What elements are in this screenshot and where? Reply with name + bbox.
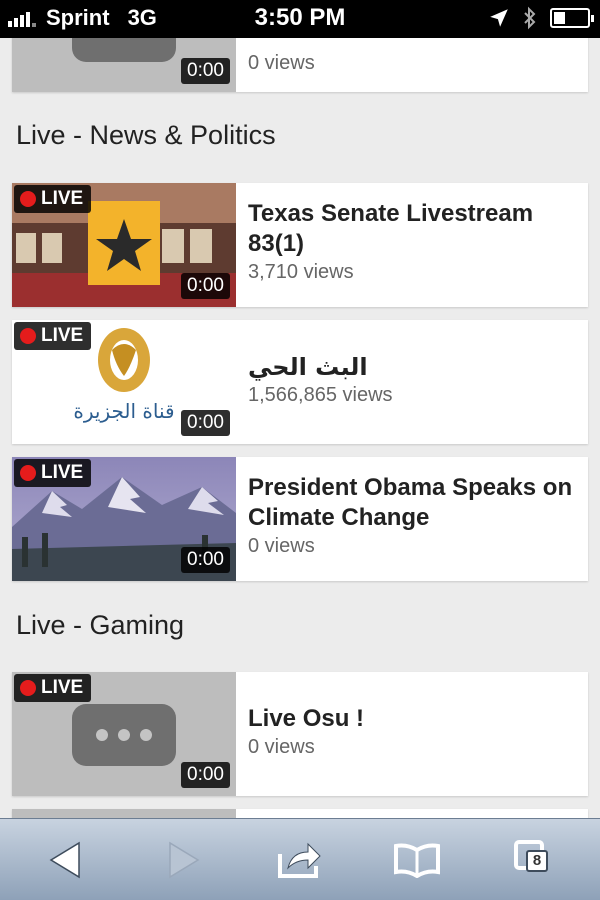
video-title[interactable]: Live Osu ! xyxy=(248,704,580,734)
video-thumbnail[interactable]: 0:00 xyxy=(12,38,236,92)
video-card[interactable]: 0:00 0 views xyxy=(12,38,588,92)
video-duration: 0:00 xyxy=(181,58,230,84)
live-dot-icon xyxy=(20,328,36,344)
video-card[interactable]: قناة الجزيرة LIVE 0:00 البث الحي 1,566,8… xyxy=(12,320,588,444)
location-arrow-icon xyxy=(490,9,508,27)
browser-toolbar: 8 xyxy=(0,818,600,900)
video-card[interactable]: LIVE 0:00 Texas Senate Livestream 83(1) … xyxy=(12,183,588,307)
live-label: LIVE xyxy=(41,325,84,346)
video-views: 1,566,865 views xyxy=(248,384,393,406)
video-thumbnail[interactable]: LIVE 0:00 xyxy=(12,457,236,581)
video-views: 3,710 views xyxy=(248,261,354,283)
share-button[interactable] xyxy=(270,830,330,890)
live-label: LIVE xyxy=(41,462,84,483)
video-title[interactable]: Texas Senate Livestream 83(1) xyxy=(248,199,580,259)
video-card[interactable]: LIVE 0:00 Live Osu ! 0 views xyxy=(12,672,588,796)
video-views: 0 views xyxy=(248,736,315,758)
back-button[interactable] xyxy=(36,830,96,890)
live-label: LIVE xyxy=(41,188,84,209)
status-bar: Sprint 3G 3:50 PM xyxy=(0,0,600,38)
video-thumbnail[interactable]: LIVE 0:00 xyxy=(12,183,236,307)
battery-icon xyxy=(550,8,594,28)
live-badge: LIVE xyxy=(14,674,92,702)
live-badge: LIVE xyxy=(14,459,92,487)
video-duration: 0:00 xyxy=(181,547,230,573)
video-views: 0 views xyxy=(248,52,315,74)
share-icon xyxy=(278,842,321,878)
video-thumbnail[interactable]: قناة الجزيرة LIVE 0:00 xyxy=(12,320,236,444)
back-icon xyxy=(49,841,80,878)
live-badge: LIVE xyxy=(14,322,92,350)
bluetooth-icon xyxy=(524,6,536,30)
video-thumbnail[interactable] xyxy=(12,809,236,818)
video-title[interactable]: البث الحي xyxy=(248,352,580,382)
section-title-news-politics: Live - News & Politics xyxy=(16,120,276,150)
video-title[interactable]: President Obama Speaks on Climate Change xyxy=(248,473,580,533)
video-placeholder-icon xyxy=(72,38,176,62)
video-duration: 0:00 xyxy=(181,410,230,436)
video-views: 0 views xyxy=(248,535,315,557)
aljazeera-logo-text: قناة الجزيرة xyxy=(73,399,174,423)
tabs-button[interactable]: 8 xyxy=(504,830,564,890)
section-title-gaming: Live - Gaming xyxy=(16,610,185,640)
bookmarks-icon xyxy=(394,843,440,878)
live-badge: LIVE xyxy=(14,185,92,213)
live-label: LIVE xyxy=(41,677,84,698)
tab-count-badge: 8 xyxy=(526,849,548,872)
video-card[interactable]: LIVE 0:00 President Obama Speaks on Clim… xyxy=(12,457,588,581)
live-dot-icon xyxy=(20,191,36,207)
video-placeholder-icon xyxy=(72,704,176,766)
live-dot-icon xyxy=(20,680,36,696)
video-card[interactable] xyxy=(12,809,588,818)
forward-button[interactable] xyxy=(153,830,213,890)
live-dot-icon xyxy=(20,465,36,481)
video-feed[interactable]: 0:00 0 views Live - News & Politics LIVE… xyxy=(0,38,600,818)
video-duration: 0:00 xyxy=(181,762,230,788)
forward-icon xyxy=(169,841,200,878)
battery-level xyxy=(554,12,565,24)
bookmarks-button[interactable] xyxy=(387,830,447,890)
video-duration: 0:00 xyxy=(181,273,230,299)
video-thumbnail[interactable]: LIVE 0:00 xyxy=(12,672,236,796)
